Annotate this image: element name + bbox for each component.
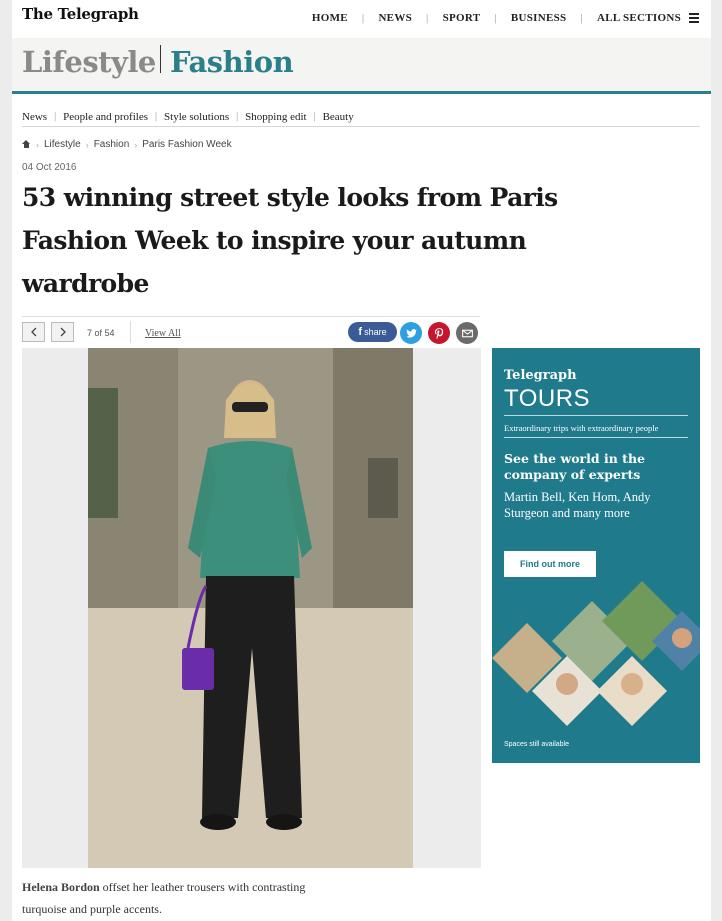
nav-separator: | (580, 12, 583, 24)
nav-separator: | (361, 12, 365, 24)
ad-names: Martin Bell, Ken Hom, Andy Sturgeon and … (504, 490, 651, 520)
pinterest-share-button[interactable] (428, 322, 450, 344)
nav-separator: | (426, 12, 429, 24)
section-title[interactable]: Lifestyle (22, 45, 156, 79)
ad-divider (504, 437, 688, 438)
ad-brand: Telegraph (504, 368, 577, 383)
email-share-button[interactable] (456, 322, 478, 344)
toolbar-divider (130, 321, 131, 343)
gallery-photo[interactable] (88, 348, 413, 868)
gallery-image-frame (22, 348, 481, 868)
ad-tagline: Extraordinary trips with extraordinary p… (504, 423, 659, 433)
telegraph-logo[interactable]: The Telegraph (22, 5, 139, 23)
article-headline: 53 winning street style looks from Paris… (22, 183, 558, 298)
subnav-separator: | (155, 111, 158, 122)
subnav-style-solutions[interactable]: Style solutions (164, 111, 229, 123)
email-icon (461, 329, 473, 337)
nav-business[interactable]: BUSINESS (511, 12, 567, 24)
breadcrumb-paris-fashion-week[interactable]: Paris Fashion Week (142, 139, 231, 150)
home-icon[interactable] (22, 140, 31, 149)
section-divider (160, 45, 161, 73)
facebook-icon: f (358, 326, 363, 338)
section-subtitle[interactable]: Fashion (170, 45, 294, 79)
facebook-share-button[interactable]: f share (348, 322, 397, 342)
gallery-toolbar: 7 of 54 View All f share (22, 316, 480, 346)
nav-sport[interactable]: SPORT (443, 12, 481, 24)
ad-divider (504, 415, 688, 416)
page: The Telegraph HOME | NEWS | SPORT | BUSI… (12, 0, 711, 921)
breadcrumb-separator: › (134, 139, 138, 150)
subnav-separator: | (54, 111, 57, 122)
subnav-people-and-profiles[interactable]: People and profiles (63, 111, 148, 123)
twitter-share-button[interactable] (400, 322, 422, 344)
chevron-right-icon (60, 327, 66, 337)
subnav-separator: | (236, 111, 239, 122)
nav-all-sections[interactable]: ALL SECTIONS (597, 12, 681, 24)
section-header: Lifestyle Fashion (12, 38, 711, 94)
breadcrumb-fashion[interactable]: Fashion (94, 139, 130, 150)
nav-home[interactable]: HOME (312, 12, 348, 24)
next-button[interactable] (51, 322, 74, 342)
telegraph-tours-ad[interactable]: Telegraph TOURS Extraordinary trips with… (492, 348, 700, 763)
ad-headline: See the world in the company of experts (504, 451, 645, 482)
subnav-beauty[interactable]: Beauty (323, 111, 354, 123)
street-style-photo (88, 348, 413, 868)
chevron-left-icon (30, 327, 36, 337)
subnav-news[interactable]: News (22, 111, 47, 123)
gallery-counter: 7 of 54 (87, 328, 115, 338)
article-date: 04 Oct 2016 (22, 162, 77, 173)
ad-product: TOURS (504, 385, 591, 412)
caption-name: Helena Bordon (22, 880, 100, 894)
pinterest-icon (434, 327, 443, 339)
breadcrumb-lifestyle[interactable]: Lifestyle (44, 139, 81, 150)
breadcrumb-separator: › (36, 139, 39, 150)
view-all-link[interactable]: View All (145, 328, 181, 339)
subnav-separator: | (313, 111, 316, 122)
top-nav: HOME | NEWS | SPORT | BUSINESS | ALL SEC… (312, 12, 699, 24)
gallery-caption: Helena Bordon offset her leather trouser… (22, 876, 322, 920)
previous-button[interactable] (22, 322, 45, 342)
share-label: share (364, 327, 387, 337)
breadcrumb-separator: › (85, 139, 89, 150)
twitter-icon (405, 328, 417, 338)
ad-footnote: Spaces still available (504, 741, 569, 748)
top-bar: The Telegraph HOME | NEWS | SPORT | BUSI… (12, 0, 711, 38)
nav-separator: | (494, 12, 497, 24)
breadcrumb: › Lifestyle › Fashion › Paris Fashion We… (22, 139, 232, 150)
sub-nav: News | People and profiles | Style solut… (22, 107, 700, 127)
ad-diamond-photos (492, 581, 700, 726)
nav-news[interactable]: NEWS (378, 12, 412, 24)
menu-icon[interactable] (689, 13, 699, 23)
subnav-shopping-edit[interactable]: Shopping edit (245, 111, 306, 123)
